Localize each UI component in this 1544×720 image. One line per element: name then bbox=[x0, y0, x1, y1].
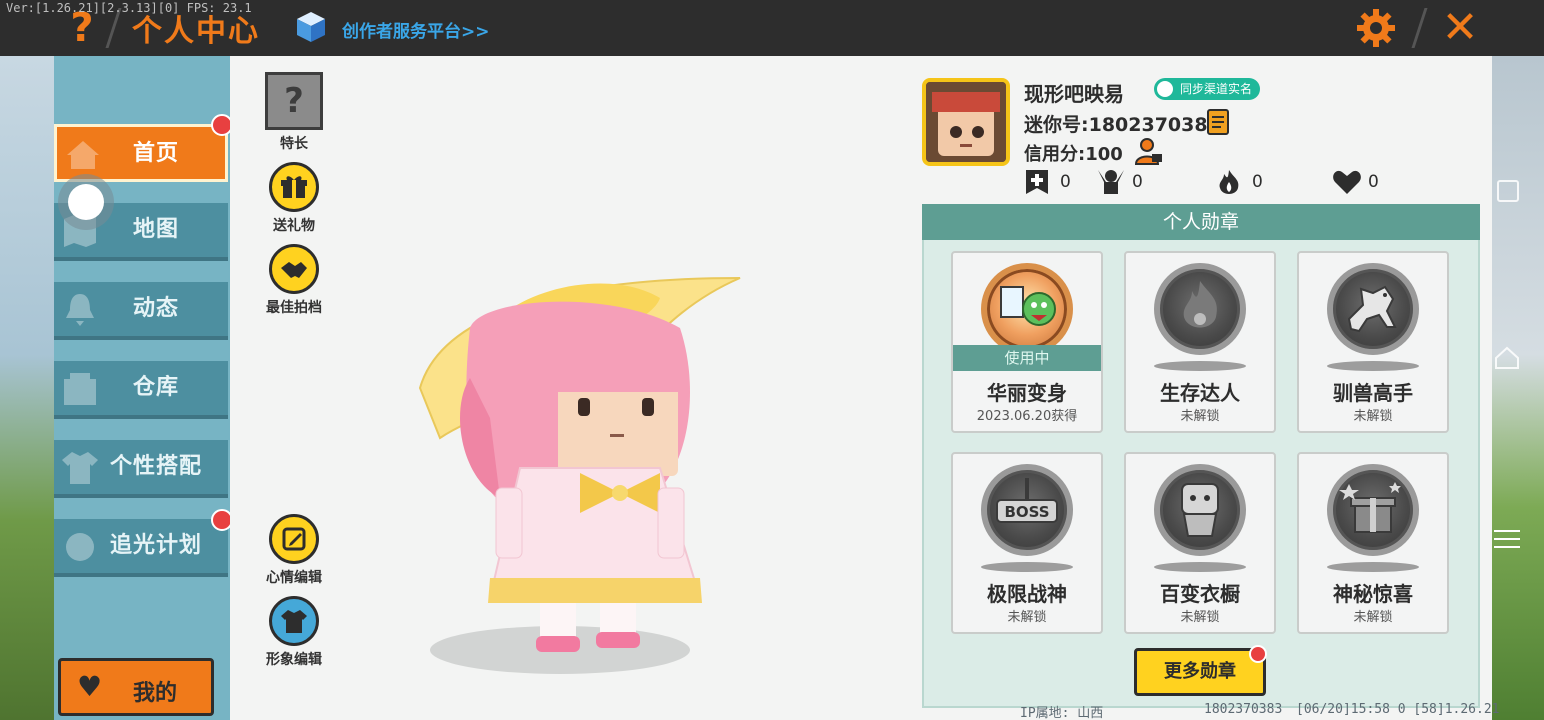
background-right-strip bbox=[1490, 56, 1544, 720]
more-medals-button[interactable]: 更多勋章 bbox=[1134, 645, 1267, 696]
profile-avatar[interactable] bbox=[922, 78, 1010, 166]
copy-id-icon[interactable] bbox=[1206, 108, 1232, 136]
medal-card[interactable]: 神秘惊喜 未解锁 bbox=[1297, 452, 1449, 634]
medal-name: 华丽变身 bbox=[987, 381, 1067, 405]
medal-shadow bbox=[1154, 562, 1246, 572]
medal-status: 未解锁 bbox=[1180, 409, 1220, 424]
edit-pencil-icon bbox=[269, 514, 319, 564]
medal-status: 未解锁 bbox=[1353, 610, 1393, 625]
mini-id: 迷你号:1802370383 bbox=[1024, 114, 1221, 136]
player-character-avatar[interactable] bbox=[410, 268, 750, 678]
fans-icon bbox=[1098, 170, 1124, 194]
medal-name: 驯兽高手 bbox=[1333, 381, 1413, 405]
more-medals-label: 更多勋章 bbox=[1164, 661, 1236, 682]
more-medals-notification-dot bbox=[1249, 645, 1267, 663]
credit-user-icon[interactable] bbox=[1134, 136, 1164, 166]
image-edit-label: 形象编辑 bbox=[266, 652, 322, 668]
medal-shadow bbox=[1327, 562, 1419, 572]
nav-item-label: 地图 bbox=[132, 217, 179, 242]
close-button[interactable]: ✕ bbox=[1436, 4, 1484, 52]
stat-value: 0 bbox=[1060, 172, 1071, 192]
stat-value: 0 bbox=[1368, 172, 1379, 192]
in-use-label: 使用中 bbox=[953, 345, 1101, 371]
medal-name: 生存达人 bbox=[1160, 381, 1240, 405]
background-left-strip bbox=[0, 56, 54, 720]
user-verify-icon bbox=[1157, 81, 1173, 97]
settings-gear-icon[interactable] bbox=[1354, 6, 1398, 50]
svg-text:BOSS: BOSS bbox=[1004, 503, 1049, 521]
nav-item-label: 仓库 bbox=[132, 375, 179, 400]
medal-name: 百变衣橱 bbox=[1160, 582, 1240, 606]
medals-header: 个人勋章 bbox=[922, 204, 1480, 240]
talent-button[interactable]: ? 特长 bbox=[258, 72, 330, 153]
ip-location: IP属地: 山西 bbox=[1020, 706, 1104, 720]
avatar-portrait-icon bbox=[926, 82, 1006, 162]
nav-item-home[interactable]: 首页 bbox=[54, 124, 228, 182]
medal-status: 未解锁 bbox=[1353, 409, 1393, 424]
version-fps-readout: Ver:[1.26.21][2.3.13][0] FPS: 23.1 bbox=[6, 1, 252, 15]
footer-timestamp: [06/20]15:58 0 [58]1.26.21 bbox=[1296, 702, 1500, 717]
mine-button[interactable]: ♥ 我的 bbox=[58, 658, 214, 716]
sync-badge-label: 同步渠道实名 bbox=[1180, 82, 1253, 96]
beast-tamer-horse-medal-icon bbox=[1327, 263, 1419, 355]
outfit-shirt-icon bbox=[269, 596, 319, 646]
floating-assist-button[interactable] bbox=[58, 174, 114, 230]
best-partner-button[interactable]: 最佳拍档 bbox=[258, 244, 330, 317]
image-edit-button[interactable]: 形象编辑 bbox=[258, 596, 330, 669]
medal-card[interactable]: 生存达人 未解锁 bbox=[1124, 251, 1276, 433]
boss-war-god-medal-icon: BOSS bbox=[981, 464, 1073, 556]
nav-item-warehouse[interactable]: 仓库 bbox=[54, 361, 228, 419]
mine-button-label: 我的 bbox=[133, 681, 178, 706]
nav-item-label: 动态 bbox=[132, 296, 179, 321]
medal-shadow bbox=[981, 562, 1073, 572]
mood-edit-label: 心情编辑 bbox=[266, 570, 322, 586]
footer-user-id: 1802370383 bbox=[1204, 702, 1283, 717]
creator-platform-link[interactable]: 创作者服务平台>> bbox=[342, 17, 490, 42]
medal-name: 极限战神 bbox=[987, 582, 1067, 606]
medal-card[interactable]: BOSS 极限战神 未解锁 bbox=[951, 452, 1103, 634]
mystery-gift-medal-icon bbox=[1327, 464, 1419, 556]
nav-item-feed[interactable]: 动态 bbox=[54, 282, 228, 340]
medal-shadow bbox=[1327, 361, 1419, 371]
send-gift-button[interactable]: 送礼物 bbox=[258, 162, 330, 235]
home-system-icon[interactable] bbox=[1492, 344, 1522, 370]
menu-system-icon[interactable] bbox=[1492, 526, 1522, 552]
nav-item-label: 个性搭配 bbox=[109, 454, 202, 479]
send-gift-label: 送礼物 bbox=[273, 218, 315, 234]
nav-item-label: 追光计划 bbox=[109, 533, 202, 558]
credit-score: 信用分:100 bbox=[1024, 144, 1123, 165]
sync-realname-badge[interactable]: 同步渠道实名 bbox=[1154, 78, 1261, 100]
talent-question-icon: ? bbox=[265, 72, 323, 130]
wardrobe-medal-icon bbox=[1154, 464, 1246, 556]
nav-item-label: 首页 bbox=[132, 141, 179, 166]
medal-card[interactable]: 使用中 华丽变身 2023.06.20获得 bbox=[951, 251, 1103, 433]
medal-status: 2023.06.20获得 bbox=[976, 409, 1078, 424]
nav-item-outfit[interactable]: 个性搭配 bbox=[54, 440, 228, 498]
medal-card[interactable]: 驯兽高手 未解锁 bbox=[1297, 251, 1449, 433]
recent-apps-icon[interactable] bbox=[1492, 178, 1522, 204]
gift-icon bbox=[269, 162, 319, 212]
medal-status: 未解锁 bbox=[1180, 610, 1220, 625]
mood-edit-button[interactable]: 心情编辑 bbox=[258, 514, 330, 587]
medal-name: 神秘惊喜 bbox=[1333, 582, 1413, 606]
add-friend-icon bbox=[1026, 170, 1048, 194]
heart-icon: ♥ bbox=[77, 670, 103, 703]
survival-fire-medal-icon bbox=[1154, 263, 1246, 355]
topbar-divider-right bbox=[1411, 8, 1428, 48]
medal-status: 未解锁 bbox=[1007, 610, 1047, 625]
stat-value: 0 bbox=[1252, 172, 1263, 192]
flame-icon bbox=[1219, 170, 1239, 194]
nav-item-light-plan[interactable]: 追光计划 bbox=[54, 519, 228, 577]
heart-icon bbox=[1333, 170, 1361, 194]
talent-label: 特长 bbox=[280, 136, 308, 152]
handshake-icon bbox=[269, 244, 319, 294]
medal-shadow bbox=[1154, 361, 1246, 371]
medal-card[interactable]: 百变衣橱 未解锁 bbox=[1124, 452, 1276, 634]
profile-name: 现形吧映易 bbox=[1024, 82, 1124, 106]
transform-medal-icon bbox=[981, 263, 1073, 355]
stat-value: 0 bbox=[1132, 172, 1143, 192]
best-partner-label: 最佳拍档 bbox=[266, 300, 322, 316]
creator-cube-icon[interactable] bbox=[294, 10, 328, 44]
